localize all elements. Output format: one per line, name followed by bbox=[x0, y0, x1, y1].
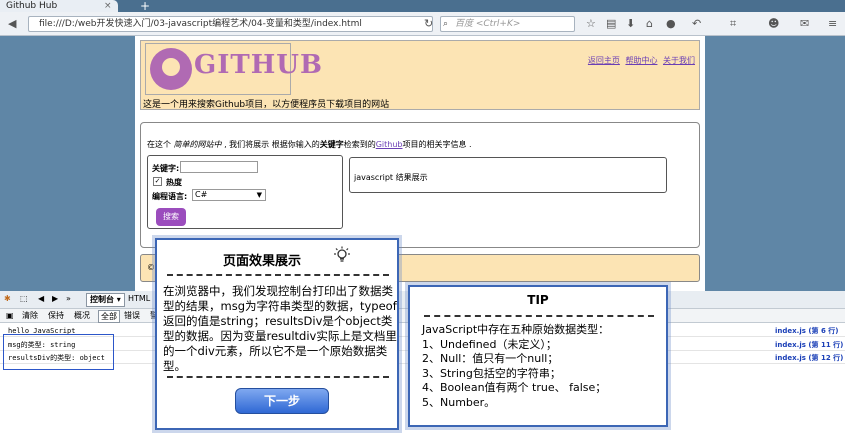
profile-button[interactable]: 概况 bbox=[74, 310, 90, 321]
intro-bold: 关键字 bbox=[319, 140, 344, 149]
intro-italic: 简单的网站中 bbox=[173, 140, 222, 149]
tip-callout: TIP JavaScript中存在五种原始数据类型： 1、Undefined（未… bbox=[408, 285, 668, 427]
address-bar[interactable]: file:///D:/web开发快速入门/03-javascript编程艺术/0… bbox=[28, 16, 433, 32]
lang-value: C# bbox=[195, 190, 208, 199]
effect-callout: 页面效果展示 在浏览器中，我们发现控制台打印出了数据类型的结果，msg为字符串类… bbox=[155, 238, 399, 430]
intro-part: 检索到的 bbox=[343, 140, 376, 149]
chat-icon[interactable]: ● bbox=[666, 17, 676, 31]
intro-text: 在这个 简单的网站中 , 我们将展示 根据你输入的关键字检索到的Github项目… bbox=[147, 139, 472, 150]
result-text: javascript 结果展示 bbox=[354, 173, 428, 182]
url-text: file:///D:/web开发快速入门/03-javascript编程艺术/0… bbox=[39, 19, 362, 29]
lang-label: 编程语言: bbox=[152, 192, 188, 201]
bookmark-star-icon[interactable]: ☆ bbox=[586, 17, 596, 31]
top-nav: 返回主页 帮助中心 关于我们 bbox=[585, 55, 695, 66]
callout-body: 在浏览器中，我们发现控制台打印出了数据类型的结果，msg为字符串类型的数据，ty… bbox=[163, 284, 397, 373]
filter-errors[interactable]: 错误 bbox=[124, 310, 140, 321]
persist-button[interactable]: 保持 bbox=[48, 310, 64, 321]
reload-icon[interactable]: ↻ bbox=[424, 17, 433, 31]
tip-body: JavaScript中存在五种原始数据类型： 1、Undefined（未定义）；… bbox=[422, 323, 662, 410]
crop-icon[interactable]: ⌗ bbox=[730, 17, 736, 31]
log-source-link[interactable]: index.js (第 6 行) bbox=[775, 325, 838, 337]
result-panel: javascript 结果展示 bbox=[349, 157, 667, 193]
search-form: 关键字: ✓ 热度 编程语言: C# ▼ 搜索 bbox=[147, 155, 343, 229]
tip-line: 5、Number。 bbox=[422, 395, 496, 409]
firebug-icon[interactable]: ✱ bbox=[4, 293, 11, 305]
emoji-icon[interactable]: ☻ bbox=[768, 17, 779, 31]
link-home[interactable]: 返回主页 bbox=[588, 56, 620, 65]
close-icon[interactable]: × bbox=[104, 0, 112, 12]
browser-toolbar: ◀ file:///D:/web开发快速入门/03-javascript编程艺术… bbox=[0, 12, 845, 36]
divider bbox=[167, 376, 389, 378]
keyword-input[interactable] bbox=[180, 161, 258, 173]
intro-part: , 我们将展示 根据你输入的 bbox=[224, 140, 320, 149]
intro-part: 在这个 bbox=[147, 140, 171, 149]
browser-tab[interactable]: Github Hub × bbox=[0, 0, 118, 12]
tab-console-label: 控制台 bbox=[90, 295, 114, 304]
inspect-icon[interactable]: ⬚ bbox=[20, 293, 28, 305]
divider bbox=[424, 315, 654, 317]
footer-text: © bbox=[147, 263, 155, 272]
search-placeholder: 百度 <Ctrl+K> bbox=[455, 19, 521, 29]
continue-icon[interactable]: » bbox=[66, 293, 71, 305]
tip-title: TIP bbox=[527, 293, 549, 307]
hot-checkbox[interactable]: ✓ bbox=[153, 177, 162, 186]
chevron-down-icon: ▼ bbox=[256, 191, 262, 199]
menu-icon[interactable]: ≡ bbox=[828, 17, 837, 31]
filter-all[interactable]: 全部 bbox=[98, 310, 120, 323]
forward-icon[interactable]: ▶ bbox=[52, 293, 58, 305]
link-help[interactable]: 帮助中心 bbox=[625, 56, 657, 65]
hot-label: 热度 bbox=[166, 178, 182, 187]
new-tab-button[interactable]: + bbox=[140, 0, 150, 12]
undo-icon[interactable]: ↶ bbox=[692, 17, 701, 31]
clipboard-icon[interactable]: ▤ bbox=[606, 17, 616, 31]
github-link[interactable]: Github bbox=[376, 140, 403, 149]
next-step-button[interactable]: 下一步 bbox=[235, 388, 329, 414]
clear-button[interactable]: 清除 bbox=[22, 310, 38, 321]
tip-line: 2、Null：值只有一个null； bbox=[422, 352, 559, 365]
tab-html[interactable]: HTML bbox=[128, 293, 150, 305]
content-section: 在这个 简单的网站中 , 我们将展示 根据你输入的关键字检索到的Github项目… bbox=[140, 122, 700, 248]
search-input[interactable]: 百度 <Ctrl+K> bbox=[440, 16, 575, 32]
addon-icon[interactable]: ✉ bbox=[800, 17, 809, 31]
log-source-link[interactable]: index.js (第 11 行) bbox=[775, 339, 843, 351]
octocat-icon bbox=[150, 48, 192, 90]
back-arrow-icon[interactable]: ◀ bbox=[8, 17, 16, 31]
link-about[interactable]: 关于我们 bbox=[663, 56, 695, 65]
home-icon[interactable]: ⌂ bbox=[646, 17, 653, 31]
lang-select[interactable]: C# ▼ bbox=[192, 189, 266, 201]
intro-part: 项目的相关字信息 . bbox=[402, 140, 472, 149]
logo-text: GITHUB bbox=[194, 50, 323, 80]
tip-line: 3、String包括空的字符串； bbox=[422, 366, 561, 380]
search-icon: ⌕ bbox=[443, 19, 449, 29]
back-icon[interactable]: ◀ bbox=[38, 293, 44, 305]
divider bbox=[167, 274, 389, 276]
download-icon[interactable]: ⬇ bbox=[626, 17, 635, 31]
tagline: 这是一个用来搜索Github项目，以方便程序员下载项目的网站 bbox=[143, 100, 390, 110]
trash-icon[interactable]: ▣ bbox=[6, 310, 14, 321]
tip-line: JavaScript中存在五种原始数据类型： bbox=[422, 323, 610, 336]
lightbulb-icon bbox=[334, 246, 350, 262]
log-source-link[interactable]: index.js (第 12 行) bbox=[775, 352, 843, 364]
tab-console[interactable]: 控制台 ▾ bbox=[86, 293, 125, 307]
search-button[interactable]: 搜索 bbox=[156, 208, 186, 226]
github-logo: GITHUB bbox=[145, 43, 322, 95]
tip-line: 1、Undefined（未定义）； bbox=[422, 337, 557, 351]
keyword-label: 关键字: bbox=[152, 164, 180, 173]
tip-line: 4、Boolean值有两个 true、 false； bbox=[422, 381, 607, 394]
tab-title: Github Hub bbox=[6, 1, 58, 11]
page-header: GITHUB 这是一个用来搜索Github项目，以方便程序员下载项目的网站 返回… bbox=[140, 40, 700, 110]
tab-strip: Github Hub × + bbox=[0, 0, 845, 12]
log-highlight-box bbox=[3, 334, 114, 370]
